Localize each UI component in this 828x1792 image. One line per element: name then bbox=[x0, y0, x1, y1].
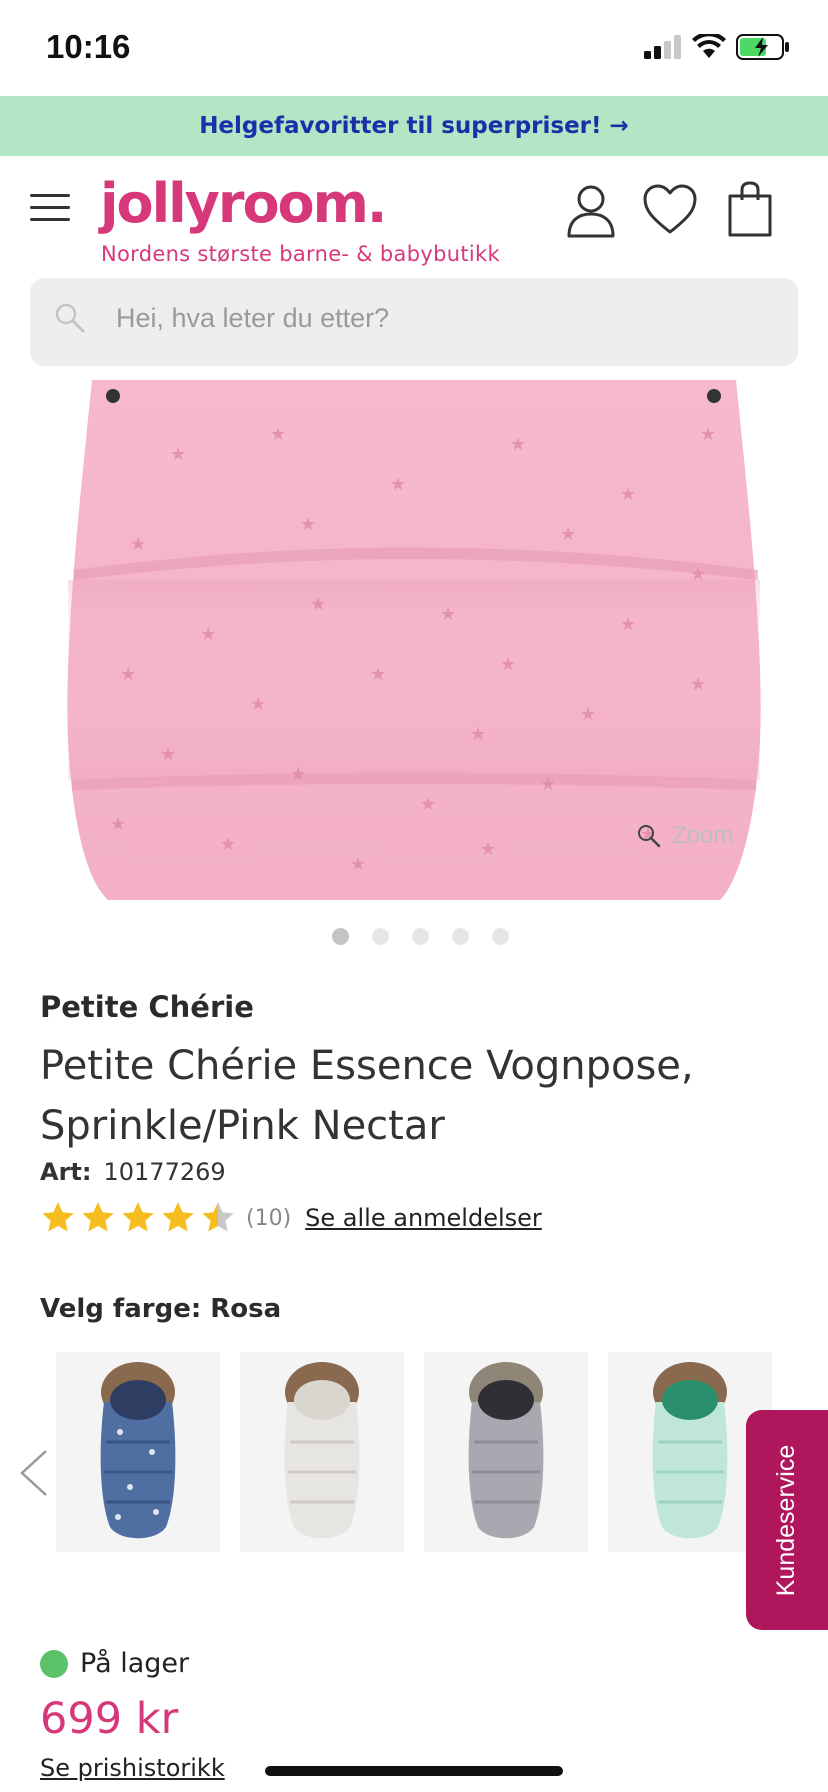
svg-text:★: ★ bbox=[700, 424, 716, 445]
svg-text:★: ★ bbox=[350, 854, 366, 875]
swatch-image bbox=[284, 1362, 360, 1539]
svg-text:★: ★ bbox=[220, 834, 236, 855]
svg-text:★: ★ bbox=[480, 839, 496, 860]
product-title: Petite Chérie Essence Vognpose, Sprinkle… bbox=[40, 1043, 694, 1149]
stock-status: På lager bbox=[40, 1648, 189, 1679]
promo-banner[interactable]: Helgefavoritter til superpriser! → bbox=[0, 96, 828, 156]
swatch-image bbox=[100, 1362, 176, 1539]
svg-text:★: ★ bbox=[620, 484, 636, 505]
article-value: 10177269 bbox=[103, 1158, 226, 1186]
star-full-icon bbox=[82, 1202, 114, 1232]
svg-text:★: ★ bbox=[370, 664, 386, 685]
svg-text:★: ★ bbox=[300, 514, 316, 535]
product-brand[interactable]: Petite Chérie bbox=[40, 990, 254, 1024]
color-select-label: Velg farge: Rosa bbox=[40, 1294, 282, 1324]
customer-service-tab[interactable]: Kundeservice bbox=[746, 1410, 828, 1630]
pagination-dot[interactable] bbox=[492, 928, 509, 945]
svg-text:★: ★ bbox=[500, 654, 516, 675]
zoom-magnifier-icon bbox=[638, 825, 661, 848]
gallery-prev-arrow-icon[interactable] bbox=[58, 378, 86, 424]
all-reviews-link[interactable]: Se alle anmeldelser bbox=[305, 1204, 542, 1232]
svg-text:★: ★ bbox=[420, 794, 436, 815]
svg-text:★: ★ bbox=[290, 764, 306, 785]
svg-text:★: ★ bbox=[560, 524, 576, 545]
article-label: Art: bbox=[40, 1158, 92, 1186]
price-history-link[interactable]: Se prishistorikk bbox=[40, 1754, 225, 1782]
svg-text:★: ★ bbox=[440, 604, 456, 625]
svg-text:★: ★ bbox=[620, 614, 636, 635]
customer-service-label[interactable]: Kundeservice bbox=[773, 1444, 802, 1595]
site-logo[interactable]: jollyroom. bbox=[100, 172, 387, 235]
wifi-icon bbox=[692, 34, 726, 58]
promo-text[interactable]: Helgefavoritter til superpriser! → bbox=[199, 113, 629, 139]
pagination-dot[interactable] bbox=[452, 928, 469, 945]
stock-text: På lager bbox=[80, 1648, 190, 1679]
swatch-prev-arrow-icon[interactable] bbox=[16, 1448, 50, 1498]
color-swatch-grey[interactable] bbox=[424, 1352, 588, 1552]
status-time: 10:16 bbox=[46, 28, 131, 65]
svg-text:★: ★ bbox=[690, 564, 706, 585]
wishlist-heart-icon[interactable] bbox=[642, 184, 698, 236]
svg-text:★: ★ bbox=[120, 664, 136, 685]
shopping-bag-icon[interactable] bbox=[726, 180, 774, 238]
rating-row: (10) Se alle anmeldelser bbox=[40, 1200, 542, 1236]
zoom-label: Zoom bbox=[672, 822, 734, 849]
gallery-next-arrow-icon[interactable] bbox=[738, 378, 766, 424]
cellular-signal-icon bbox=[644, 35, 681, 59]
svg-text:★: ★ bbox=[270, 424, 286, 445]
status-icons bbox=[644, 34, 790, 60]
svg-text:★: ★ bbox=[510, 434, 526, 455]
svg-text:★: ★ bbox=[580, 704, 596, 725]
pagination-dot-active[interactable] bbox=[332, 928, 349, 945]
color-swatch-white[interactable] bbox=[240, 1352, 404, 1552]
svg-text:★: ★ bbox=[470, 724, 486, 745]
zoom-button[interactable]: Zoom bbox=[636, 822, 733, 850]
search-icon bbox=[55, 303, 85, 333]
svg-text:★: ★ bbox=[130, 534, 146, 555]
star-full-icon bbox=[162, 1202, 194, 1232]
in-stock-indicator-icon bbox=[40, 1649, 68, 1678]
tagline: Nordens største barne- & babybutikk bbox=[101, 242, 500, 266]
swatch-image bbox=[468, 1362, 544, 1539]
pagination-dot[interactable] bbox=[412, 928, 429, 945]
hamburger-menu-icon[interactable] bbox=[30, 192, 72, 224]
search-bar[interactable]: Hei, hva leter du etter? bbox=[30, 278, 798, 366]
color-swatch-blue[interactable] bbox=[56, 1352, 220, 1552]
svg-text:★: ★ bbox=[160, 744, 176, 765]
pagination-dot[interactable] bbox=[372, 928, 389, 945]
article-number: Art: 10177269 bbox=[40, 1158, 226, 1186]
home-indicator[interactable] bbox=[265, 1766, 563, 1776]
svg-text:★: ★ bbox=[200, 624, 216, 645]
svg-text:★: ★ bbox=[390, 474, 406, 495]
svg-text:★: ★ bbox=[540, 774, 556, 795]
svg-text:★: ★ bbox=[690, 674, 706, 695]
battery-charging-icon bbox=[736, 34, 789, 60]
product-price: 699 kr bbox=[40, 1694, 179, 1744]
star-full-icon bbox=[42, 1202, 74, 1232]
svg-text:★: ★ bbox=[170, 444, 186, 465]
svg-text:★: ★ bbox=[110, 814, 126, 835]
gallery-pagination bbox=[332, 928, 509, 945]
review-count: (10) bbox=[246, 1205, 292, 1231]
svg-text:★: ★ bbox=[310, 594, 326, 615]
account-icon[interactable] bbox=[566, 184, 616, 238]
search-input[interactable]: Hei, hva leter du etter? bbox=[116, 303, 389, 334]
star-full-icon bbox=[122, 1202, 154, 1232]
star-half-icon bbox=[202, 1202, 234, 1232]
svg-text:★: ★ bbox=[250, 694, 266, 715]
